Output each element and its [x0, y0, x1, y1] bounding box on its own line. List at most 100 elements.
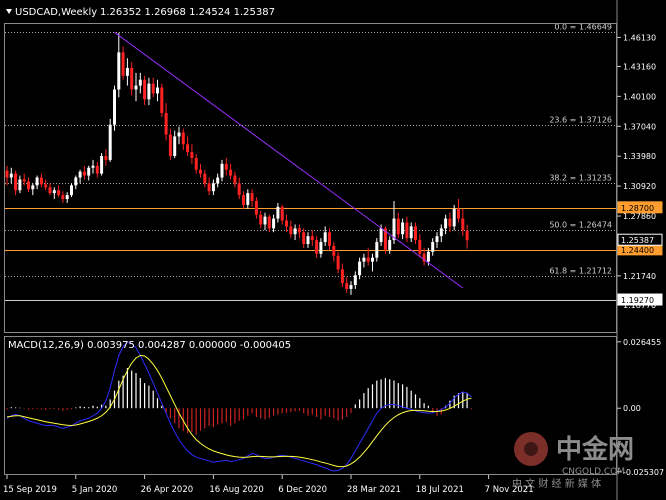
macd-tick-label: -0.025307 [623, 468, 664, 477]
symbol-timeframe: USDCAD,Weekly [15, 7, 97, 18]
candle-body [65, 195, 69, 200]
candle-body [328, 232, 331, 246]
candle-body [160, 87, 164, 113]
candle-body [74, 177, 78, 186]
candle-body [57, 190, 61, 196]
level-tag: 1.24400 [621, 246, 654, 255]
candle-body [82, 171, 86, 176]
candle-body [276, 206, 280, 219]
fib-label: 23.6 = 1.37126 [549, 116, 612, 125]
fib-label: 50.0 = 1.26474 [549, 221, 612, 230]
candle-body [439, 228, 443, 237]
candle-body [108, 124, 112, 160]
macd-tick-label: 0.00 [623, 404, 641, 413]
candle-body [426, 251, 430, 262]
candle-body [117, 52, 121, 90]
candle-body [444, 218, 448, 229]
price-tick-label: 1.33980 [623, 152, 656, 161]
price-tick-label: 1.43160 [623, 62, 656, 71]
macd-tick-label: 0.026455 [623, 338, 661, 347]
level-tag: 1.28700 [621, 204, 654, 213]
price-tick-label: 1.37040 [623, 122, 656, 131]
candle-body [95, 165, 99, 174]
price-tick-label: 1.30920 [623, 182, 656, 191]
candle-body [297, 228, 301, 233]
candle [108, 118, 112, 162]
candle-body [233, 175, 237, 184]
candle-body [465, 230, 469, 241]
candle-body [254, 200, 258, 215]
candle-body [405, 222, 409, 239]
candle-body [435, 236, 439, 243]
candle-body [27, 181, 30, 190]
candle-body [104, 156, 108, 160]
candle-body [418, 240, 422, 254]
fib-label: 61.8 = 1.21712 [549, 267, 612, 276]
candle-body [186, 144, 190, 153]
time-tick-label: 28 Mar 2021 [347, 485, 401, 495]
candle-body [315, 240, 319, 254]
candle-body [125, 68, 129, 76]
candle-body [61, 195, 65, 200]
candle-body [375, 242, 379, 258]
watermark-site: CNGOLD.COM [562, 467, 625, 477]
chart-canvas: 中金网 CNGOLD.COM 中 文 财 经 新 媒 体 0.0 = 1.466… [0, 0, 666, 500]
candle-body [289, 226, 293, 235]
candle-body [70, 185, 73, 196]
candle-body [267, 216, 271, 229]
candle-body [203, 173, 207, 184]
candle-body [332, 245, 336, 256]
candle-body [272, 218, 276, 229]
candle-body [353, 275, 357, 286]
candle-body [414, 226, 417, 241]
candle-body [207, 183, 211, 192]
time-tick-label: 18 Jul 2021 [416, 485, 464, 495]
candle-body [52, 190, 56, 194]
candle-body [229, 169, 233, 176]
candle-body [293, 228, 297, 235]
candle-body [285, 220, 288, 227]
candle-body [48, 187, 52, 194]
candle-body [371, 257, 374, 262]
candle-body [87, 167, 91, 176]
candle-body [388, 240, 392, 250]
candle-body [194, 157, 198, 170]
candle-body [242, 195, 245, 205]
level-tag: 1.19270 [621, 296, 654, 305]
candle-body [319, 242, 323, 254]
candle-body [401, 222, 405, 235]
candle-body [173, 136, 177, 156]
candle-body [246, 193, 250, 205]
candle-body [336, 255, 340, 270]
candle-body [379, 228, 383, 243]
price-tick-label: 1.27860 [623, 212, 656, 221]
candle-body [5, 170, 9, 178]
candle-body [457, 208, 460, 219]
candle-body [280, 206, 284, 221]
candle-body [31, 185, 35, 190]
candle-body [199, 169, 202, 174]
ohlc-values: 1.26352 1.26968 1.24524 1.25387 [100, 7, 275, 18]
watermark-logo-inner [524, 442, 538, 456]
chart-header: USDCAD,Weekly 1.26352 1.26968 1.24524 1.… [6, 7, 275, 18]
candle-body [100, 156, 104, 174]
candle-body [168, 134, 172, 156]
time-tick-label: 5 Jan 2020 [72, 485, 118, 495]
candle-body [39, 177, 43, 185]
time-tick-label: 15 Sep 2019 [3, 485, 57, 495]
candle-body [396, 218, 400, 235]
price-tick-label: 1.40100 [623, 92, 656, 101]
candle-body [323, 232, 327, 243]
candle-body [151, 83, 155, 94]
candle-body [366, 257, 370, 262]
candle-body [250, 193, 254, 201]
last-price-tag: 1.25387 [621, 236, 654, 245]
candle-body [306, 236, 310, 244]
time-tick-label: 26 Apr 2020 [141, 485, 194, 495]
candle [113, 85, 116, 131]
fib-label: 38.2 = 1.31235 [549, 174, 612, 183]
candle-body [409, 226, 413, 239]
candle-body [190, 152, 194, 158]
time-tick-label: 6 Dec 2020 [278, 485, 327, 495]
candle-body [9, 173, 13, 178]
